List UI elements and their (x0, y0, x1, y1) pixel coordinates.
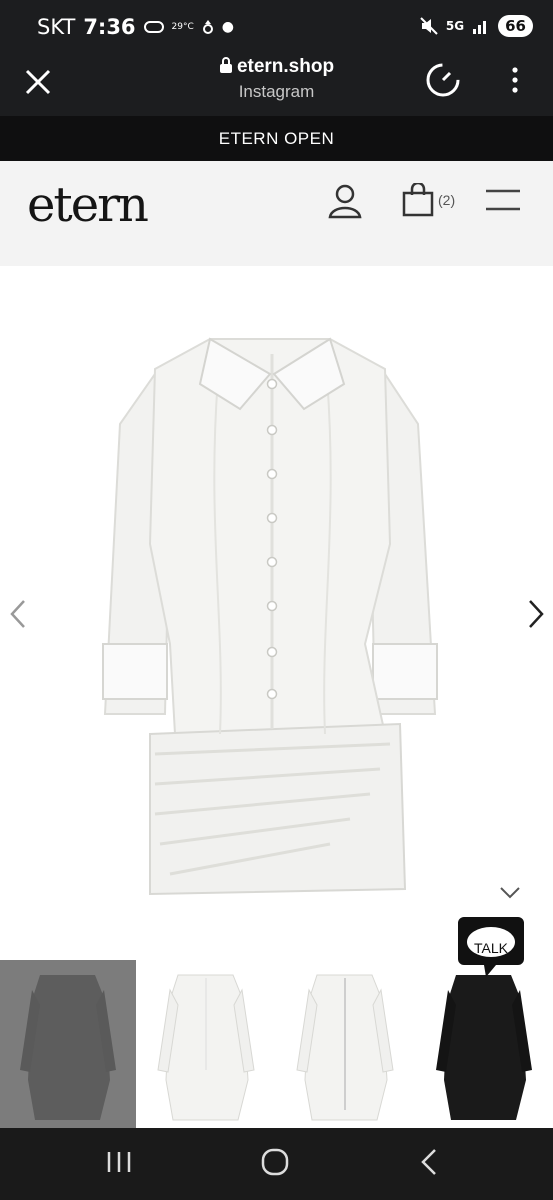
recents-icon[interactable] (106, 1150, 132, 1174)
mute-icon (420, 17, 438, 35)
speed-icon[interactable] (424, 61, 462, 99)
status-bar: SKT 7:36 29°C ● 5G 66 (0, 0, 553, 52)
thumbnail-2[interactable] (138, 960, 274, 1128)
url-area[interactable]: etern.shop Instagram (0, 56, 553, 102)
more-menu-icon[interactable] (510, 66, 520, 94)
battery-indicator: 66 (498, 15, 533, 37)
url-text: etern.shop (0, 56, 553, 78)
store-header: etern (2) (0, 161, 553, 266)
account-icon[interactable] (327, 183, 363, 219)
back-icon[interactable] (420, 1148, 438, 1176)
product-image[interactable] (100, 314, 440, 914)
thumbnail-strip (0, 960, 553, 1128)
system-nav-bar (0, 1128, 553, 1200)
clock: 7:36 (83, 15, 136, 39)
cart-count: (2) (438, 192, 456, 208)
network-type: 5G (445, 19, 465, 33)
temperature: 29°C (171, 22, 194, 32)
chat-label: TALK (474, 940, 508, 956)
thumbnail-3[interactable] (277, 960, 413, 1128)
thumbnail-1[interactable] (0, 960, 136, 1128)
source-label: Instagram (238, 82, 315, 101)
product-gallery (0, 266, 553, 960)
url: etern.shop (236, 56, 335, 77)
next-arrow-icon[interactable] (526, 599, 546, 629)
status-left: SKT 7:36 29°C ● (37, 15, 234, 39)
shopping-bag-icon[interactable] (402, 183, 434, 217)
home-icon[interactable] (261, 1148, 289, 1176)
carrier: SKT (37, 15, 76, 39)
announcement-bar[interactable]: ETERN OPEN (0, 116, 553, 161)
status-right: 5G 66 (420, 15, 533, 37)
thumbnail-selected-overlay (0, 960, 136, 1128)
notification-icon (202, 20, 213, 34)
thumbnail-4[interactable] (416, 960, 553, 1128)
store-logo[interactable]: etern (27, 177, 149, 233)
signal-icon (473, 21, 487, 34)
chevron-down-icon[interactable] (499, 886, 521, 900)
prev-arrow-icon[interactable] (8, 599, 28, 629)
lock-icon (219, 57, 232, 73)
browser-toolbar: etern.shop Instagram (0, 52, 553, 116)
hamburger-menu-icon[interactable] (486, 189, 520, 211)
voicemail-icon (143, 21, 164, 33)
dot-icon: ● (221, 19, 235, 35)
